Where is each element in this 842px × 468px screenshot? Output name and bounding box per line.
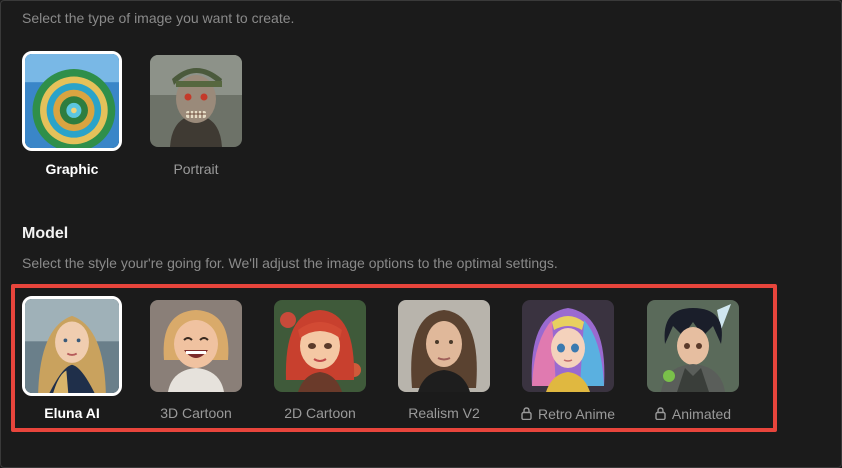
2d-cartoon-thumbnail: [274, 300, 366, 392]
realism-v2-thumbnail: [398, 300, 490, 392]
type-subtitle: Select the type of image you want to cre…: [22, 10, 295, 26]
lock-icon: [521, 407, 532, 423]
type-option-graphic-label: Graphic: [45, 161, 99, 177]
type-option-graphic[interactable]: [22, 51, 122, 151]
portrait-zombie-thumbnail: [150, 55, 242, 147]
model-option-3d-cartoon[interactable]: [150, 300, 242, 392]
model-section-title: Model: [22, 225, 69, 242]
retro-anime-thumbnail: [522, 300, 614, 392]
model-option-realism-v2-label: Realism V2: [408, 405, 480, 421]
model-option-3d-cartoon-label: 3D Cartoon: [160, 405, 232, 421]
model-option-retro-anime[interactable]: [522, 300, 614, 392]
type-option-portrait[interactable]: [150, 55, 242, 147]
model-option-retro-anime-text: Retro Anime: [537, 406, 616, 422]
animated-thumbnail: [647, 300, 739, 392]
3d-cartoon-thumbnail: [150, 300, 242, 392]
model-option-realism-v2[interactable]: [398, 300, 490, 392]
lock-icon: [655, 407, 666, 423]
model-option-animated-label: Animated: [633, 406, 753, 423]
graphic-spiral-thumbnail: [25, 54, 119, 148]
panel-frame: [0, 0, 842, 468]
model-subtitle: Select the style your're going for. We'l…: [22, 255, 558, 271]
type-option-portrait-label: Portrait: [173, 161, 219, 177]
model-option-2d-cartoon-label: 2D Cartoon: [284, 405, 356, 421]
model-option-2d-cartoon[interactable]: [274, 300, 366, 392]
eluna-ai-thumbnail: [25, 299, 119, 393]
model-option-retro-anime-label: Retro Anime: [508, 406, 628, 423]
model-option-eluna-ai[interactable]: [22, 296, 122, 396]
model-option-eluna-ai-label: Eluna AI: [44, 405, 100, 421]
model-option-animated[interactable]: [647, 300, 739, 392]
model-option-animated-text: Animated: [671, 406, 732, 422]
